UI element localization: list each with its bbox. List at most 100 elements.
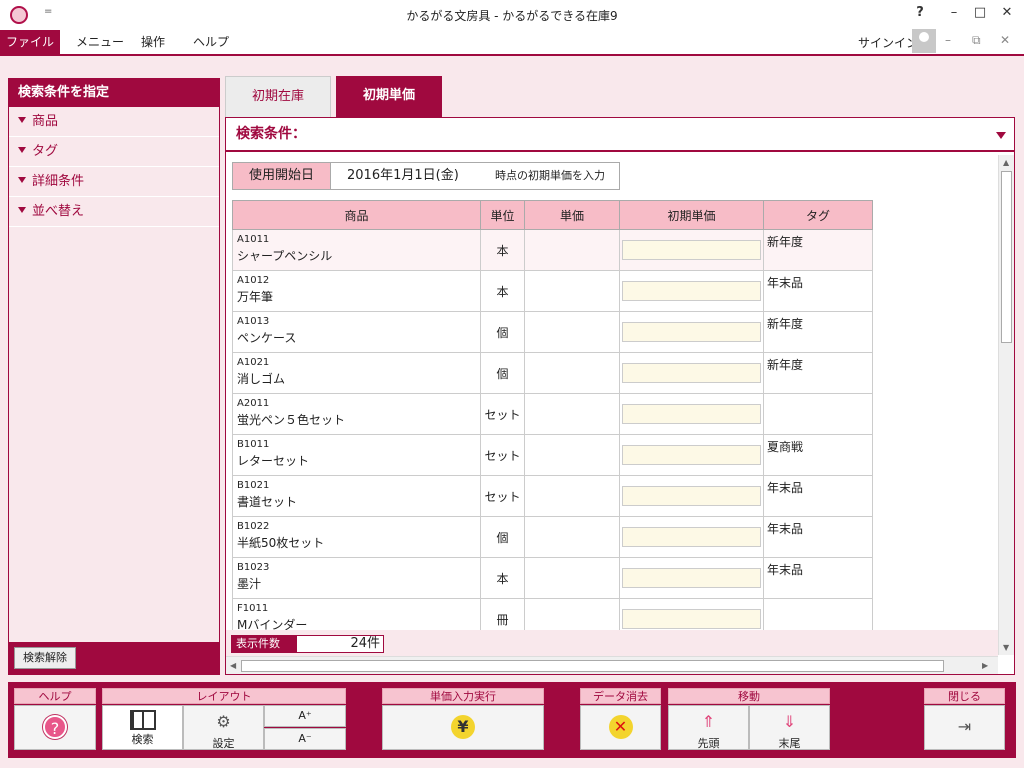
initial-price-input[interactable] <box>622 240 761 260</box>
initial-price-input[interactable] <box>622 363 761 383</box>
delete-data-button[interactable]: ✕ <box>580 705 661 750</box>
close-button[interactable]: ✕ <box>995 5 1019 25</box>
price-cell <box>524 311 620 353</box>
table-row[interactable]: A1012 万年筆 本 年末品 <box>232 270 873 312</box>
scroll-down-icon[interactable]: ▼ <box>1003 643 1009 652</box>
table-row[interactable]: A1011 シャープペンシル 本 新年度 <box>232 229 873 271</box>
arrow-up-icon: ⇑ <box>701 712 716 731</box>
scroll-thumb[interactable] <box>241 660 944 672</box>
product-name: シャープペンシル <box>237 249 333 263</box>
record-count-label: 表示件数 <box>231 635 296 653</box>
chevron-down-icon[interactable] <box>996 132 1006 139</box>
move-group: 移動 ⇑ 先頭 ⇓ 末尾 <box>668 688 830 750</box>
yen-check-icon: ¥ <box>451 715 475 739</box>
menu-menu[interactable]: メニュー <box>76 30 124 54</box>
table-row[interactable]: A1013 ペンケース 個 新年度 <box>232 311 873 353</box>
font-increase-button[interactable]: A⁺ <box>264 705 346 727</box>
product-cell: A1012 万年筆 <box>232 270 481 312</box>
layout-search-button[interactable]: 検索 <box>102 705 183 750</box>
start-date-value[interactable]: 2016年1月1日(金) <box>347 163 459 189</box>
font-decrease-button[interactable]: A⁻ <box>264 728 346 750</box>
scroll-right-icon[interactable]: ▶ <box>982 661 988 670</box>
column-header-product[interactable]: 商品 <box>232 200 481 230</box>
table-row[interactable]: A2011 蛍光ペン５色セット セット <box>232 393 873 435</box>
initial-price-input[interactable] <box>622 445 761 465</box>
sidebar-item-detail[interactable]: 詳細条件 <box>9 167 219 197</box>
initial-price-input[interactable] <box>622 527 761 547</box>
scroll-thumb[interactable] <box>1001 171 1012 343</box>
product-code: A1011 <box>237 234 270 245</box>
product-name: 万年筆 <box>237 290 274 304</box>
menu-operation[interactable]: 操作 <box>141 30 165 54</box>
ribbon-close-icon[interactable]: ✕ <box>1000 33 1010 47</box>
scroll-up-icon[interactable]: ▲ <box>1003 158 1009 167</box>
search-condition-bar[interactable]: 検索条件： <box>226 118 1014 152</box>
sidebar-item-label: 並べ替え <box>32 204 85 219</box>
tag-cell: 年末品 <box>763 557 873 599</box>
initial-price-input[interactable] <box>622 322 761 342</box>
signin-link[interactable]: サインイン <box>858 34 918 51</box>
close-window-button[interactable]: ⇥ <box>924 705 1005 750</box>
price-cell <box>524 557 620 599</box>
maximize-button[interactable]: □ <box>968 5 992 25</box>
minimize-button[interactable]: – <box>942 5 966 25</box>
move-last-label: 末尾 <box>778 737 801 750</box>
product-cell: A2011 蛍光ペン５色セット <box>232 393 481 435</box>
unit-cell: 本 <box>480 229 525 271</box>
table-row[interactable]: A1021 消しゴム 個 新年度 <box>232 352 873 394</box>
scroll-left-icon[interactable]: ◀ <box>230 661 236 670</box>
initial-price-input[interactable] <box>622 609 761 629</box>
expand-triangle-icon <box>18 177 26 183</box>
vertical-scrollbar[interactable]: ▲ ▼ <box>998 155 1014 655</box>
table-row[interactable]: B1023 墨汁 本 年末品 <box>232 557 873 599</box>
column-header-price[interactable]: 単価 <box>524 200 620 230</box>
initial-price-cell <box>619 475 764 517</box>
menu-bar: ファイル メニュー 操作 ヘルプ サインイン <box>0 30 1024 54</box>
settings-gear-icon: ⚙ <box>216 712 231 731</box>
product-code: B1022 <box>237 521 270 532</box>
tab-initial-price[interactable]: 初期単価 <box>336 76 442 117</box>
move-first-button[interactable]: ⇑ 先頭 <box>668 705 749 750</box>
tag-cell <box>763 393 873 435</box>
menu-file[interactable]: ファイル <box>0 30 60 54</box>
user-avatar-icon[interactable] <box>912 29 936 53</box>
ribbon-restore-icon[interactable]: ⧉ <box>972 33 981 48</box>
column-header-initial-price[interactable]: 初期単価 <box>619 200 764 230</box>
delete-group: データ消去 ✕ <box>580 688 661 750</box>
sidebar-item-sort[interactable]: 並べ替え <box>9 197 219 227</box>
column-header-tag[interactable]: タグ <box>763 200 873 230</box>
sidebar-item-tag[interactable]: タグ <box>9 137 219 167</box>
clear-search-button[interactable]: 検索解除 <box>14 647 76 669</box>
horizontal-scrollbar[interactable]: ◀ ▶ <box>226 656 998 674</box>
execute-price-input-button[interactable]: ¥ <box>382 705 544 750</box>
product-name: 書道セット <box>237 495 298 509</box>
initial-price-input[interactable] <box>622 281 761 301</box>
table-body: A1011 シャープペンシル 本新年度 A1012 万年筆本年末品 A1013 ペンケース個… <box>232 229 873 640</box>
execute-group-label: 単価入力実行 <box>382 688 544 704</box>
table-row[interactable]: B1011 レターセット セット 夏商戦 <box>232 434 873 476</box>
ribbon-minimize-icon[interactable]: – <box>945 33 951 47</box>
menu-help[interactable]: ヘルプ <box>193 30 229 54</box>
tab-initial-stock[interactable]: 初期在庫 <box>225 76 331 117</box>
initial-price-input[interactable] <box>622 404 761 424</box>
initial-price-input[interactable] <box>622 568 761 588</box>
product-code: A2011 <box>237 398 270 409</box>
price-cell <box>524 393 620 435</box>
column-header-unit[interactable]: 単位 <box>480 200 525 230</box>
help-question-icon[interactable]: ? <box>908 5 932 25</box>
move-last-button[interactable]: ⇓ 末尾 <box>749 705 830 750</box>
initial-price-input[interactable] <box>622 486 761 506</box>
execute-group: 単価入力実行 ¥ <box>382 688 544 750</box>
price-cell <box>524 229 620 271</box>
sidebar-item-product[interactable]: 商品 <box>9 107 219 137</box>
layout-settings-button[interactable]: ⚙ 設定 <box>183 705 264 750</box>
initial-price-cell <box>619 557 764 599</box>
help-group-label: ヘルプ <box>14 688 96 704</box>
table-row[interactable]: B1022 半紙50枚セット 個 年末品 <box>232 516 873 558</box>
expand-triangle-icon <box>18 117 26 123</box>
tag-cell: 新年度 <box>763 311 873 353</box>
sidebar-item-label: 商品 <box>32 114 59 129</box>
help-button[interactable]: ? <box>14 705 96 750</box>
table-row[interactable]: B1021 書道セット セット 年末品 <box>232 475 873 517</box>
record-count-bar: 表示件数 24件 <box>226 630 998 656</box>
